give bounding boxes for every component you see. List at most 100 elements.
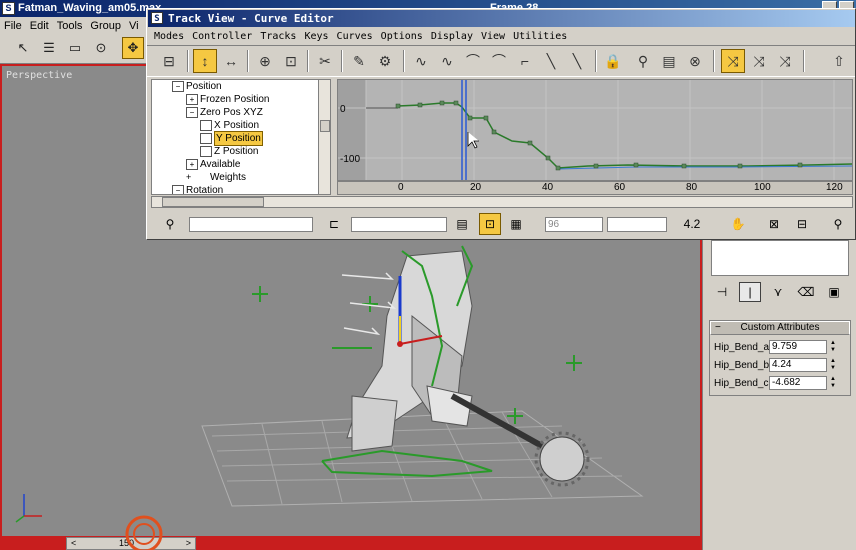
attribute-value-field[interactable]: 4.24	[769, 358, 827, 372]
tree-item-selected[interactable]: Y Position	[200, 131, 263, 146]
expand-icon[interactable]: +	[186, 159, 198, 170]
zoom-selected-icon[interactable]: ⚲	[159, 213, 181, 235]
move-tool-icon[interactable]: ✥	[122, 37, 144, 59]
tree-item-label: Rotation	[186, 185, 224, 195]
frame-field[interactable]: 96	[545, 217, 603, 232]
make-unique-icon[interactable]: ⋎	[767, 282, 789, 302]
object-name-field[interactable]	[189, 217, 313, 232]
timeline-next-button[interactable]: >	[186, 538, 191, 549]
move-keys-icon[interactable]: ↕	[193, 49, 217, 73]
tangent-auto-icon[interactable]: ∿	[409, 49, 433, 73]
rect-select-icon[interactable]: ▭	[64, 37, 86, 59]
modifier-stack-list[interactable]	[711, 240, 849, 276]
show-selected-keys-icon[interactable]: ▤	[451, 213, 473, 235]
lock-key-icon[interactable]: ⤨	[773, 49, 797, 73]
spinner-icon[interactable]: ▲ ▼	[830, 376, 838, 390]
tangent-smooth-icon[interactable]: ╲	[565, 49, 589, 73]
lock-tangents-icon[interactable]: ⤨	[747, 49, 771, 73]
tree-item[interactable]: + Weights	[186, 171, 246, 184]
tv-menu-utilities[interactable]: Utilities	[510, 31, 572, 42]
tangent-linear-icon[interactable]: ╲	[539, 49, 563, 73]
tangent-fast-icon[interactable]: ⌒	[461, 49, 485, 73]
show-tangents-icon[interactable]: ⊗	[683, 49, 707, 73]
track-dropdown[interactable]	[351, 217, 447, 232]
zoom-icon[interactable]: ⚲	[827, 213, 849, 235]
horizontal-scrollbar[interactable]	[151, 196, 853, 208]
menu-views[interactable]: Vi	[125, 20, 143, 32]
tv-menu-curves[interactable]: Curves	[334, 31, 378, 42]
attribute-value-field[interactable]: -4.682	[769, 376, 827, 390]
horizontal-scroll-thumb[interactable]	[162, 197, 264, 207]
ruler-tick: 80	[686, 182, 698, 193]
collapse-icon[interactable]: −	[172, 81, 184, 92]
zoom-horizontal-icon[interactable]: ⊟	[791, 213, 813, 235]
tree-item[interactable]: − Rotation	[172, 184, 224, 195]
tree-item[interactable]: + Available	[186, 158, 240, 171]
slide-keys-icon[interactable]: ↔	[219, 49, 243, 73]
draw-curves-icon[interactable]: ✂	[313, 49, 337, 73]
menu-tools[interactable]: Tools	[53, 20, 87, 32]
zoom-extents-icon[interactable]: ⊠	[763, 213, 785, 235]
spinner-icon[interactable]: ▲ ▼	[830, 358, 838, 372]
scale-keys-icon[interactable]: ⊡	[279, 49, 303, 73]
tv-menu-modes[interactable]: Modes	[151, 31, 189, 42]
spinner-icon[interactable]: ▲ ▼	[830, 340, 838, 354]
tree-scrollbar[interactable]	[318, 80, 330, 194]
frame-ruler[interactable]: 0 20 40 60 80 100 120	[337, 181, 853, 195]
select-by-name-icon[interactable]: ☰	[38, 37, 60, 59]
tree-scroll-thumb[interactable]	[320, 120, 330, 132]
value-field[interactable]	[607, 217, 667, 232]
tree-item[interactable]: − Position	[172, 80, 222, 93]
collapse-icon[interactable]: −	[172, 185, 184, 194]
tv-menu-view[interactable]: View	[478, 31, 510, 42]
tv-menu-display[interactable]: Display	[428, 31, 478, 42]
expand-icon[interactable]: +	[186, 171, 200, 184]
collapse-icon[interactable]: −	[186, 107, 198, 118]
tree-item-label: Frozen Position	[200, 94, 270, 105]
ruler-tick: 20	[470, 182, 482, 193]
timeline-prev-button[interactable]: <	[71, 538, 76, 549]
key-entry-icon[interactable]: ⊏	[323, 213, 345, 235]
collapse-icon[interactable]: −	[715, 322, 721, 334]
rollout-title: Custom Attributes	[740, 322, 820, 333]
pin-stack-icon[interactable]: ⊣	[711, 282, 733, 302]
window-title: Fatman_Waving_am05.max	[18, 2, 162, 14]
configure-sets-icon[interactable]: ▣	[823, 282, 845, 302]
menu-edit[interactable]: Edit	[26, 20, 53, 32]
attribute-value-field[interactable]: 9.759	[769, 340, 827, 354]
lock-selection-icon[interactable]: 🔒	[601, 49, 625, 73]
window-crossing-icon[interactable]: ⊙	[90, 37, 112, 59]
zoom-value[interactable]: 4.2	[677, 213, 707, 235]
more-tools-icon[interactable]: ⇧	[827, 49, 851, 73]
expand-icon[interactable]: +	[186, 94, 198, 105]
pan-hand-icon[interactable]: ✋	[727, 213, 749, 235]
reduce-keys-icon[interactable]: ⚙	[373, 49, 397, 73]
tree-item[interactable]: + Frozen Position	[186, 93, 269, 106]
menu-file[interactable]: File	[0, 20, 26, 32]
tv-menu-keys[interactable]: Keys	[301, 31, 333, 42]
insert-keys-icon[interactable]: ⊕	[253, 49, 277, 73]
show-keyable-icon[interactable]: ⊡	[479, 213, 501, 235]
snap-frames-icon[interactable]: ⚲	[631, 49, 655, 73]
controller-tree[interactable]: − Position + Frozen Position − Zero Pos …	[151, 79, 331, 195]
select-icon[interactable]: ↖	[12, 37, 34, 59]
tree-item[interactable]: Z Position	[200, 145, 258, 158]
add-keys-icon[interactable]: ✎	[347, 49, 371, 73]
show-all-tangents-icon[interactable]: ⤨	[721, 49, 745, 73]
menu-group[interactable]: Group	[86, 20, 125, 32]
show-end-result-icon[interactable]: |	[739, 282, 761, 302]
tv-menu-tracks[interactable]: Tracks	[257, 31, 301, 42]
tangent-slow-icon[interactable]: ⌒	[487, 49, 511, 73]
tree-item[interactable]: − Zero Pos XYZ	[186, 106, 263, 119]
parameter-curve-icon[interactable]: ▤	[657, 49, 681, 73]
show-all-icon[interactable]: ▦	[505, 213, 527, 235]
track-view-title-bar[interactable]: S Track View - Curve Editor	[148, 10, 855, 27]
tangent-custom-icon[interactable]: ∿	[435, 49, 459, 73]
rollout-header[interactable]: − Custom Attributes	[710, 321, 850, 335]
remove-modifier-icon[interactable]: ⌫	[795, 282, 817, 302]
tv-menu-options[interactable]: Options	[378, 31, 428, 42]
tangent-step-icon[interactable]: ⌐	[513, 49, 537, 73]
tv-menu-controller[interactable]: Controller	[189, 31, 257, 42]
curve-graph[interactable]: 0 -100	[337, 79, 853, 181]
filters-icon[interactable]: ⊟	[157, 49, 181, 73]
